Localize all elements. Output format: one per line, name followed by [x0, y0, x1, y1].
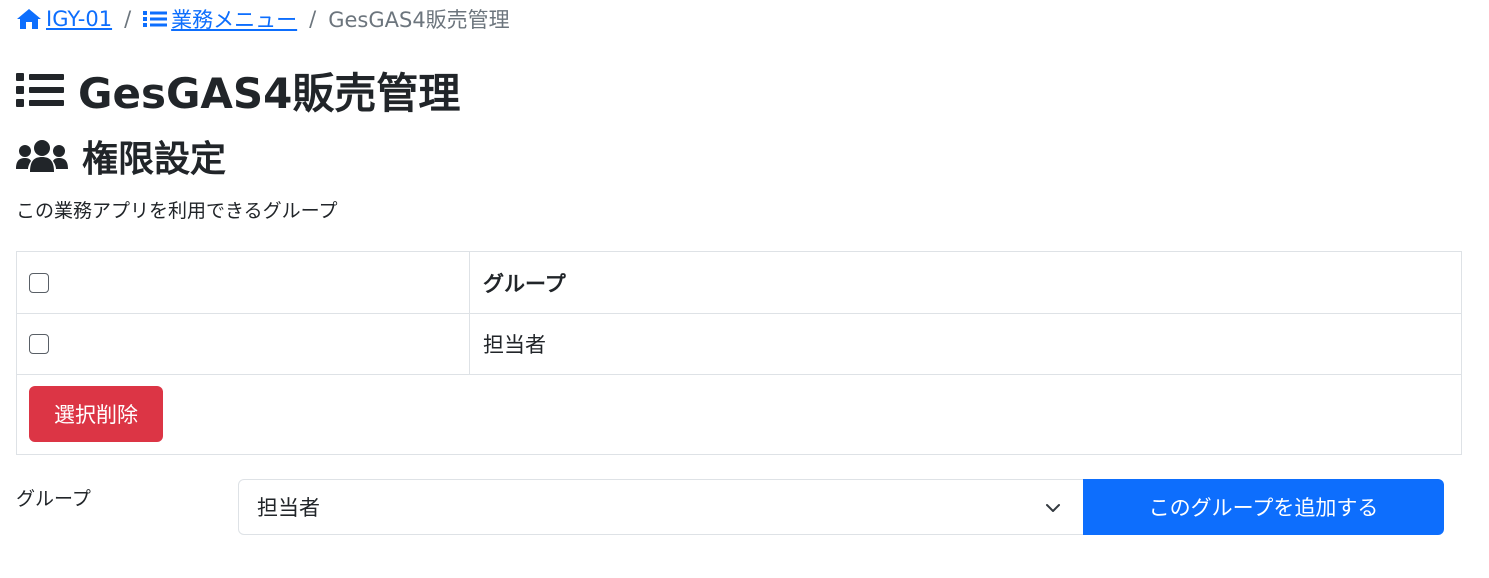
- breadcrumb: IGY-01 / 業務メニュー / GesGAS4販売管理: [16, 4, 510, 34]
- group-select-value: 担当者: [257, 496, 320, 520]
- breadcrumb-current: GesGAS4販売管理: [328, 8, 510, 32]
- add-group-button[interactable]: このグループを追加する: [1083, 479, 1444, 535]
- table-row: 担当者: [17, 314, 1461, 375]
- section-title: 権限設定: [16, 130, 226, 182]
- select-all-cell: [17, 252, 470, 313]
- row-checkbox[interactable]: [29, 334, 49, 354]
- chevron-down-icon: [1046, 504, 1060, 512]
- row-check-cell: [17, 314, 470, 374]
- group-select-label: グループ: [16, 488, 91, 510]
- column-header-group: グループ: [483, 271, 566, 296]
- breadcrumb-home-label: IGY-01: [46, 7, 113, 31]
- breadcrumb-home-link[interactable]: IGY-01: [16, 7, 112, 31]
- delete-selected-button[interactable]: 選択削除: [29, 386, 163, 442]
- list-icon: [143, 11, 168, 27]
- breadcrumb-menu-link[interactable]: 業務メニュー: [143, 4, 297, 34]
- group-table: グループ 担当者 選択削除: [16, 251, 1462, 455]
- breadcrumb-separator: /: [124, 7, 132, 31]
- description-text: この業務アプリを利用できるグループ: [16, 200, 338, 222]
- home-icon: [17, 9, 41, 29]
- select-all-checkbox[interactable]: [29, 272, 49, 293]
- users-icon: [16, 140, 68, 172]
- breadcrumb-separator: /: [309, 7, 317, 31]
- page-title-text: GesGAS4販売管理: [78, 68, 461, 118]
- breadcrumb-menu-label: 業務メニュー: [171, 8, 298, 32]
- page-title: GesGAS4販売管理: [16, 62, 460, 118]
- group-select[interactable]: 担当者: [238, 479, 1084, 535]
- row-group-cell: 担当者: [483, 333, 546, 357]
- section-title-text: 権限設定: [82, 139, 227, 180]
- table-header-row: グループ: [17, 252, 1461, 314]
- list-icon: [16, 73, 64, 107]
